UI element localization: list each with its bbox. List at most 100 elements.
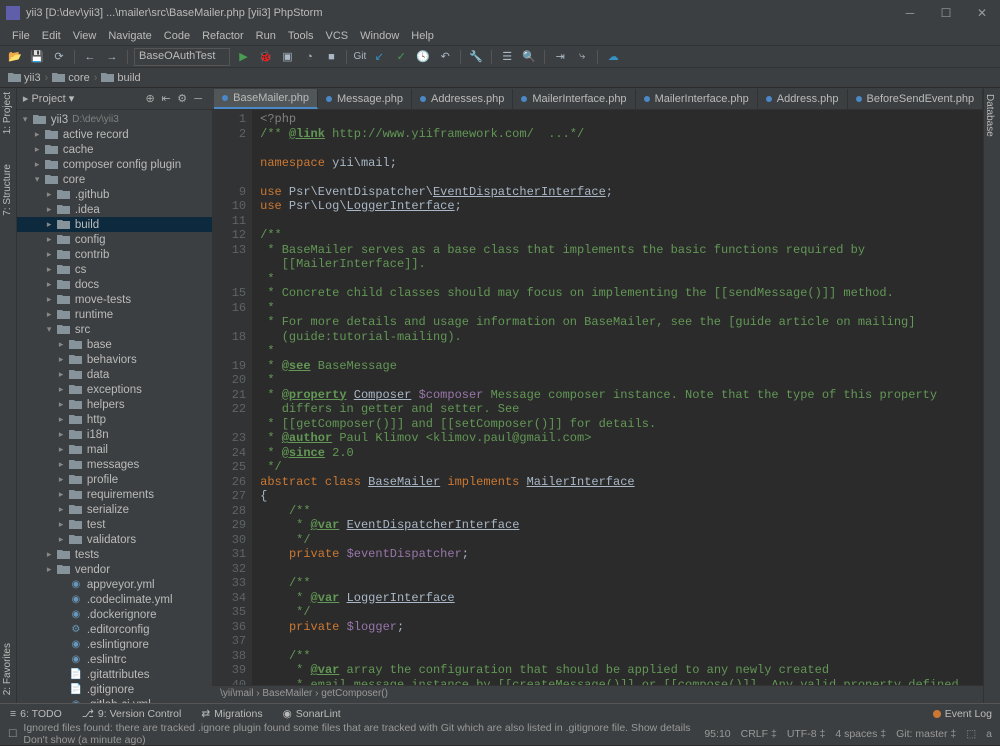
revert-icon[interactable]: ↶ [436,48,454,66]
tree-item[interactable]: ▸active record [17,127,212,142]
tree-item[interactable]: ◉.codeclimate.yml [17,592,212,607]
tree-item[interactable]: ▸requirements [17,487,212,502]
tree-item[interactable]: ▸docs [17,277,212,292]
menu-tools[interactable]: Tools [282,28,320,44]
editor-tab[interactable]: Addresses.php [412,89,513,109]
tree-item[interactable]: ▸data [17,367,212,382]
bottom-tab[interactable]: ⎇9: Version Control [72,708,192,720]
database-tool-tab[interactable]: Database [984,94,995,137]
tree-item[interactable]: ▸test [17,517,212,532]
editor-breadcrumb[interactable]: \yii\mail › BaseMailer › getComposer() [212,685,983,703]
menu-view[interactable]: View [67,28,103,44]
tree-item[interactable]: ◉.eslintignore [17,637,212,652]
tree-item[interactable]: ▸helpers [17,397,212,412]
tree-item[interactable]: ◉.dockerignore [17,607,212,622]
menu-vcs[interactable]: VCS [320,28,355,44]
tree-item[interactable]: ◉.gitlab-ci.yml [17,697,212,703]
status-item[interactable]: CRLF ‡ [741,728,777,740]
step1-icon[interactable]: ⇥ [551,48,569,66]
tree-item[interactable]: ▸move-tests [17,292,212,307]
structure-tool-tab[interactable]: 7: Structure [2,164,13,216]
editor-tab[interactable]: BeforeSendEvent.php [848,89,984,109]
tree-item[interactable]: ▾core [17,172,212,187]
tree-item[interactable]: ▸mail [17,442,212,457]
tree-item[interactable]: ▸base [17,337,212,352]
update-icon[interactable]: ↙ [370,48,388,66]
target-icon[interactable]: ⊕ [142,92,158,105]
tree-item[interactable]: ▸build [17,217,212,232]
tree-item[interactable]: 📄.gitignore [17,682,212,697]
tree-item[interactable]: ▸behaviors [17,352,212,367]
event-log-tab[interactable]: Event Log [933,708,1000,720]
status-item[interactable]: ⬚ [966,728,976,740]
nav-crumb[interactable]: yii3 [8,72,41,84]
tree-item[interactable]: ▸.idea [17,202,212,217]
status-message[interactable]: Ignored files found: there are tracked .… [23,722,704,746]
navigation-breadcrumb[interactable]: yii3› core› build [0,68,1000,88]
tree-item[interactable]: ▸validators [17,532,212,547]
favorites-tool-tab[interactable]: 2: Favorites [2,643,13,695]
tree-item[interactable]: ▸tests [17,547,212,562]
nav-crumb[interactable]: build [101,72,140,84]
bottom-tab[interactable]: ⇄Migrations [191,708,272,720]
tree-item[interactable]: 📄.gitattributes [17,667,212,682]
tree-item[interactable]: ▸vendor [17,562,212,577]
menu-code[interactable]: Code [158,28,196,44]
history-icon[interactable]: 🕓 [414,48,432,66]
menu-window[interactable]: Window [354,28,405,44]
step2-icon[interactable]: ⤷ [573,48,591,66]
open-icon[interactable]: 📂 [6,48,24,66]
line-gutter[interactable]: 1291011121315161819202122232425262728293… [212,110,252,685]
tree-item[interactable]: ▸config [17,232,212,247]
run-icon[interactable]: ▶ [234,48,252,66]
menu-file[interactable]: File [6,28,36,44]
maximize-button[interactable]: ☐ [934,6,958,20]
code-editor[interactable]: <?php/** @link http://www.yiiframework.c… [252,110,983,685]
nav-crumb[interactable]: core [52,72,89,84]
project-tool-tab[interactable]: 1: Project [2,92,13,134]
editor-tab[interactable]: Message.php [318,89,412,109]
tree-item[interactable]: ▸messages [17,457,212,472]
status-item[interactable]: 4 spaces ‡ [835,728,886,740]
status-item[interactable]: a [986,728,992,740]
tree-item[interactable]: ▾src [17,322,212,337]
editor-tab[interactable]: BaseMailer.php [214,89,318,109]
collapse-icon[interactable]: ⇤ [158,92,174,105]
back-icon[interactable]: ← [81,48,99,66]
tree-item[interactable]: ◉appveyor.yml [17,577,212,592]
forward-icon[interactable]: → [103,48,121,66]
bottom-tab[interactable]: ≡6: TODO [0,708,72,720]
bookmark-icon[interactable]: ☰ [498,48,516,66]
menu-help[interactable]: Help [405,28,440,44]
tree-item[interactable]: ▸contrib [17,247,212,262]
editor-tab[interactable]: Address.php [758,89,848,109]
menu-refactor[interactable]: Refactor [196,28,250,44]
run-config-combo[interactable]: BaseOAuthTest [134,48,230,66]
save-icon[interactable]: 💾 [28,48,46,66]
tree-item[interactable]: ▸profile [17,472,212,487]
tree-item[interactable]: ▸http [17,412,212,427]
cloud-icon[interactable]: ☁ [604,48,622,66]
hide-icon[interactable]: ─ [190,93,206,105]
tree-item[interactable]: ▸i18n [17,427,212,442]
tree-item[interactable]: ⚙.editorconfig [17,622,212,637]
settings-icon[interactable]: ⚙ [174,92,190,105]
tree-item[interactable]: ▸serialize [17,502,212,517]
status-item[interactable]: Git: master ‡ [896,728,956,740]
status-item[interactable]: UTF-8 ‡ [787,728,826,740]
tree-item[interactable]: ◉.eslintrc [17,652,212,667]
tree-item[interactable]: ▸.github [17,187,212,202]
tree-item[interactable]: ▸composer config plugin [17,157,212,172]
tree-item[interactable]: ▾yii3D:\dev\yii3 [17,112,212,127]
close-button[interactable]: ✕ [970,6,994,20]
debug-icon[interactable]: 🐞 [256,48,274,66]
wrench-icon[interactable]: 🔧 [467,48,485,66]
menu-navigate[interactable]: Navigate [102,28,157,44]
menu-edit[interactable]: Edit [36,28,67,44]
refresh-icon[interactable]: ⟳ [50,48,68,66]
project-tree[interactable]: ▾yii3D:\dev\yii3▸active record▸cache▸com… [17,110,212,703]
git-label[interactable]: Git [353,48,366,66]
tree-item[interactable]: ▸cs [17,262,212,277]
coverage-icon[interactable]: ▣ [278,48,296,66]
tree-item[interactable]: ▸cache [17,142,212,157]
